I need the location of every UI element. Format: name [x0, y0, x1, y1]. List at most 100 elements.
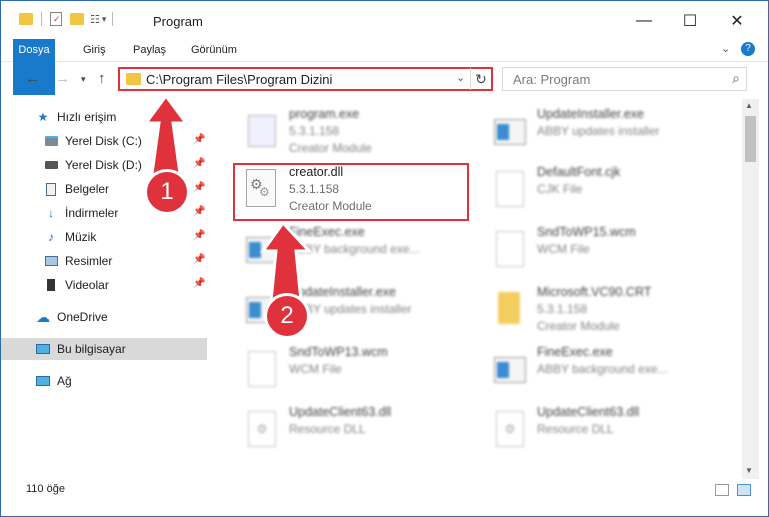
list-item[interactable]: ⚙ UpdateClient63.dll Resource DLL	[234, 403, 474, 459]
navigation-pane: ★ Hızlı erişim Yerel Disk (C:) 📌 Yerel D…	[1, 99, 213, 479]
pin-icon[interactable]: 📌	[193, 254, 205, 265]
tiles-view-icon[interactable]	[737, 484, 751, 496]
forward-arrow-icon[interactable]: →	[55, 70, 70, 87]
music-icon: ♪	[48, 230, 54, 244]
list-item[interactable]: DefaultFont.cjk CJK File	[482, 163, 722, 219]
window-icon	[246, 229, 278, 267]
file-name: UpdateClient63.dll	[289, 405, 392, 419]
blank-file-icon	[246, 349, 276, 387]
pin-icon[interactable]: 📌	[193, 230, 205, 241]
sidebar-item-label: Bu bilgisayar	[57, 342, 126, 356]
sidebar-item-onedrive[interactable]: ☁ OneDrive	[1, 306, 241, 328]
scroll-down-icon[interactable]: ▼	[745, 466, 753, 475]
file-detail: ABBY background exe...	[289, 242, 420, 256]
sidebar-item-pictures[interactable]: Resimler 📌	[1, 250, 249, 272]
search-icon[interactable]: ⌕	[732, 70, 740, 87]
scrollbar-thumb[interactable]	[745, 116, 756, 162]
separator	[112, 12, 114, 26]
sidebar-item-disk-c[interactable]: Yerel Disk (C:) 📌	[1, 130, 249, 152]
download-icon: ↓	[48, 206, 54, 220]
sidebar-item-downloads[interactable]: ↓ İndirmeler 📌	[1, 202, 249, 224]
sidebar-item-label: Hızlı erişim	[57, 110, 117, 124]
cloud-icon: ☁	[36, 308, 50, 325]
tab-view[interactable]: Görünüm	[183, 39, 245, 61]
pin-icon[interactable]: 📌	[193, 182, 205, 193]
details-view-icon[interactable]	[715, 484, 729, 496]
pin-icon[interactable]: 📌	[193, 278, 205, 289]
window-icon	[494, 349, 526, 387]
list-item[interactable]: program.exe 5.3.1.158 Creator Module	[234, 105, 474, 161]
file-detail: 5.3.1.158	[537, 302, 588, 316]
file-detail: 5.3.1.158	[289, 124, 340, 138]
file-description: Creator Module	[537, 319, 620, 333]
address-path[interactable]: C:\Program Files\Program Dizini	[146, 72, 332, 87]
address-bar[interactable]: C:\Program Files\Program Dizini ⌄ ↻	[118, 67, 493, 91]
sidebar-item-videos[interactable]: Videolar 📌	[1, 274, 249, 296]
refresh-icon[interactable]: ↻	[470, 68, 491, 90]
file-detail: CJK File	[537, 182, 583, 196]
new-folder-icon[interactable]	[70, 13, 84, 25]
sidebar-item-this-pc[interactable]: Bu bilgisayar	[1, 338, 207, 360]
pin-icon[interactable]: 📌	[193, 134, 205, 145]
step-2-badge: 2	[267, 296, 307, 336]
file-detail: ABBY updates installer	[289, 302, 412, 316]
title-bar: ✓ ☷ ▾ Program — ☐ ✕	[1, 1, 768, 39]
search-input[interactable]: Ara: Program ⌕	[502, 67, 747, 91]
window-title: Program	[153, 14, 203, 29]
recent-locations-icon[interactable]: ▾	[81, 74, 86, 85]
folder-icon[interactable]	[19, 13, 33, 25]
list-item[interactable]: SndToWP13.wcm WCM File	[234, 343, 474, 399]
sidebar-item-network[interactable]: Ağ	[1, 370, 241, 392]
close-button[interactable]: ✕	[714, 9, 760, 33]
file-detail: Resource DLL	[537, 422, 614, 436]
sidebar-item-music[interactable]: ♪ Müzik 📌	[1, 226, 249, 248]
dll-gear-icon: ⚙	[246, 409, 276, 447]
blank-file-icon	[494, 169, 524, 207]
sidebar-item-documents[interactable]: Belgeler 📌	[1, 178, 249, 200]
list-item[interactable]: FineExec.exe ABBY background exe...	[234, 223, 474, 279]
back-arrow-icon[interactable]: ←	[25, 70, 40, 87]
properties-icon[interactable]: ✓	[50, 12, 62, 26]
sidebar-item-label: İndirmeler	[65, 206, 119, 220]
vertical-scrollbar[interactable]: ▲ ▼	[742, 99, 759, 479]
minimize-button[interactable]: —	[621, 9, 667, 33]
chevron-down-icon[interactable]: ▾	[102, 14, 107, 25]
file-name: FineExec.exe	[537, 345, 613, 359]
explorer-window: ✓ ☷ ▾ Program — ☐ ✕ Dosya Giriş Paylaş G…	[0, 0, 769, 517]
help-icon[interactable]: ?	[741, 42, 755, 56]
step-1-badge: 1	[147, 172, 187, 212]
list-item[interactable]: Microsoft.VC90.CRT 5.3.1.158 Creator Mod…	[482, 283, 722, 339]
network-icon	[35, 374, 51, 388]
up-arrow-icon[interactable]: ↑	[98, 70, 106, 87]
file-name: UpdateInstaller.exe	[537, 107, 645, 121]
list-item[interactable]: FineExec.exe ABBY background exe...	[482, 343, 722, 399]
tab-share[interactable]: Paylaş	[125, 39, 174, 61]
sidebar-item-disk-d[interactable]: Yerel Disk (D:) 📌	[1, 154, 249, 176]
list-item[interactable]: ⚙ UpdateClient63.dll Resource DLL	[482, 403, 722, 459]
sidebar-item-label: Yerel Disk (D:)	[65, 158, 142, 172]
computer-icon	[35, 342, 51, 356]
scroll-up-icon[interactable]: ▲	[745, 101, 753, 110]
dll-gear-icon: ⚙	[494, 409, 524, 447]
sidebar-item-quick-access[interactable]: ★ Hızlı erişim	[1, 106, 241, 128]
file-name: UpdateInstaller.exe	[289, 285, 397, 299]
pin-icon[interactable]: 📌	[193, 158, 205, 169]
sidebar-item-label: Yerel Disk (C:)	[65, 134, 142, 148]
maximize-button[interactable]: ☐	[667, 9, 713, 33]
file-description: Creator Module	[289, 141, 372, 155]
file-name: Microsoft.VC90.CRT	[537, 285, 652, 299]
view-options-icon[interactable]: ☷	[90, 13, 100, 26]
list-item[interactable]: UpdateInstaller.exe ABBY updates install…	[482, 105, 722, 161]
drive-icon	[43, 158, 59, 172]
file-name: SndToWP13.wcm	[289, 345, 388, 359]
pin-icon[interactable]: 📌	[193, 206, 205, 217]
file-name: FineExec.exe	[289, 225, 365, 239]
chevron-down-icon[interactable]: ⌄	[456, 71, 465, 84]
list-item[interactable]: SndToWP15.wcm WCM File	[482, 223, 722, 279]
item-count: 110 öğe	[26, 483, 65, 495]
blank-file-icon	[494, 229, 524, 267]
tab-home[interactable]: Giriş	[75, 39, 114, 61]
file-detail: ABBY background exe...	[537, 362, 668, 376]
expand-ribbon-icon[interactable]: ⌄	[721, 42, 730, 55]
sidebar-item-label: Videolar	[65, 278, 109, 292]
